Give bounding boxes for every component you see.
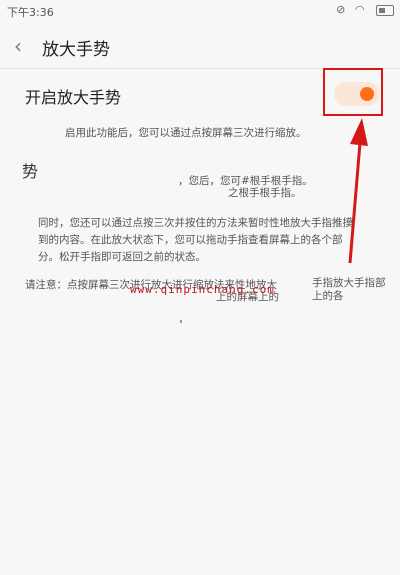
- status-icons: ⊘ ◠: [336, 3, 394, 16]
- status-bar: 下午3:36 ⊘ ◠: [0, 0, 400, 22]
- setting-label: 开启放大手势: [25, 88, 122, 107]
- description-paragraph-2b: 之根手根手指。: [228, 187, 302, 199]
- battery-icon: [376, 4, 394, 16]
- watermark-text: www.qinpinchang.com: [130, 283, 275, 296]
- page-title: 放大手势: [42, 40, 110, 60]
- description-paragraph-4c: 手指放大手指部上的各: [312, 277, 386, 302]
- mute-icon: ⊘: [336, 3, 349, 16]
- description-paragraph-3: 同时，您还可以通过点按三次并按住的方法来暂时性地放大手指推摸到的内容。在此放大状…: [38, 217, 353, 263]
- back-icon[interactable]: ‹: [14, 34, 22, 58]
- wifi-icon: ◠: [354, 3, 368, 16]
- section-heading: 势: [22, 162, 39, 181]
- highlight-box: [323, 68, 383, 116]
- description-paragraph-1: 启用此功能后，您可以通过点按屏幕三次进行缩放。: [65, 127, 307, 139]
- status-time: 下午3:36: [7, 6, 54, 19]
- title-bar: ‹ 放大手势: [0, 24, 400, 66]
- decorative-dot: [180, 320, 182, 323]
